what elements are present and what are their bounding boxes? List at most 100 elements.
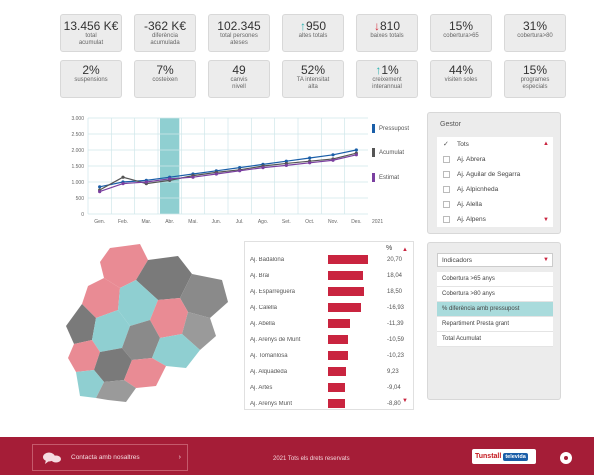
x-tick-label: Gen. [94, 219, 105, 225]
filter-option-alpicnheda[interactable]: Aj. Alpicnheda [443, 186, 498, 193]
data-point [354, 148, 358, 152]
kpi-label: cobertura>65 [443, 33, 479, 39]
scroll-down-icon[interactable]: ▼ [543, 217, 549, 223]
year-label: 2021 [372, 219, 383, 225]
data-point [331, 158, 335, 162]
ranking-row[interactable]: Aj. Calella -16,93 [250, 300, 404, 315]
filter-option-alpens[interactable]: Aj. Alpens [443, 216, 486, 223]
filter-option-aguilar[interactable]: Aj. Aguilar de Segarra [443, 171, 520, 178]
x-tick-label: Feb. [118, 219, 128, 225]
y-tick-label: 3.000 [71, 116, 84, 122]
legend-item-pressupost: Pressupost [372, 124, 409, 133]
data-point [168, 177, 172, 181]
legend-swatch [372, 148, 375, 157]
legend-item-estimat: Estimat [372, 173, 399, 182]
kpi-value: 810 [379, 19, 401, 33]
ranking-row-value: -11,39 [387, 320, 404, 327]
kpi-label: TA intensitat alta [296, 77, 330, 90]
ranking-row[interactable]: Aj. Abella -11,39 [250, 316, 404, 331]
ranking-row-name: Aj. Arenys Munt [250, 400, 293, 407]
x-tick-label: Jun. [212, 219, 221, 225]
ranking-row-value: 18,04 [387, 272, 403, 279]
x-tick-label: Ago. [258, 219, 268, 225]
ranking-row-value: -10,59 [387, 336, 405, 343]
ranking-row-name: Aj. Badalona [250, 256, 285, 263]
kpi-label: costeixen [152, 77, 178, 83]
ranking-row[interactable]: Aj. Esparreguera 18,50 [250, 284, 402, 299]
scroll-up-icon[interactable]: ▲ [543, 141, 549, 147]
sort-up-icon[interactable]: ▲ [402, 247, 408, 253]
x-tick-label: Mai. [188, 219, 197, 225]
checkbox-icon [443, 216, 450, 223]
ranking-bar [328, 303, 361, 312]
ranking-bar [328, 287, 364, 296]
ranking-row-name: Aj. Esparreguera [250, 288, 296, 295]
ranking-row[interactable]: Aj. Arenys de Munt -10,59 [250, 332, 404, 347]
brand-sub: televida [503, 452, 528, 461]
data-point [354, 153, 358, 157]
ranking-bar [328, 399, 345, 408]
legend-swatch [372, 124, 375, 133]
kpi-value: 13.456 K€ [63, 19, 119, 33]
y-tick-label: 1.500 [71, 164, 84, 170]
ranking-row-value: -9,04 [387, 384, 401, 391]
indicator-option[interactable]: Cobertura >65 anys [437, 272, 553, 287]
checkbox-icon [443, 156, 450, 163]
y-tick-label: 500 [76, 196, 85, 202]
indicator-option[interactable]: Repartiment Presta grant [437, 317, 553, 332]
ranking-row-value: 18,50 [387, 288, 403, 295]
contact-label: Contacta amb nosaltres [71, 454, 140, 461]
kpi-label: total persones ateses [220, 33, 258, 46]
kpi-label: suspensions [74, 77, 108, 83]
ranking-bar [328, 383, 346, 392]
filter-option-tots[interactable]: ✓ Tots [443, 141, 469, 148]
sort-down-icon[interactable]: ▼ [402, 398, 408, 404]
ranking-row-value: -8,80 [387, 400, 401, 407]
kpi-label: visiten soles [444, 77, 478, 83]
ranking-row[interactable]: Aj. Alquadeda 9,23 [250, 364, 399, 379]
ranking-row[interactable]: Aj. Arenys Munt -8,80 [250, 396, 401, 411]
x-tick-label: Nov. [328, 219, 338, 225]
kpi-value: -362 K€ [143, 19, 187, 33]
ranking-row-value: -16,93 [387, 304, 405, 311]
kpi-label: creixement interannual [372, 77, 402, 90]
kpi-value: 15% [448, 19, 474, 33]
contact-button[interactable]: Contacta amb nosaltres › [32, 444, 188, 471]
ranking-row[interactable]: Aj. Tomanlosa -10,23 [250, 348, 404, 363]
chevron-right-icon: › [178, 454, 181, 461]
catalonia-map [66, 244, 228, 402]
kpi-value: 44% [448, 63, 474, 77]
dot-icon [564, 456, 568, 460]
ranking-bar [328, 255, 368, 264]
kpi-value: 52% [300, 63, 326, 77]
indicator-select[interactable]: Indicadors ▼ [437, 253, 553, 267]
ranking-bar [328, 351, 348, 360]
kpi-cobertura-65: 15% cobertura>65 [430, 14, 492, 52]
filter-option-abrera[interactable]: Aj. Abrera [443, 156, 486, 163]
kpi-baixes-totals: ↓810 baixes totals [356, 14, 418, 52]
filter-option-label: Aj. Alpicnheda [457, 186, 499, 193]
filter-option-label: Aj. Alpens [457, 216, 486, 223]
x-tick-label: Set. [282, 219, 291, 225]
data-point [331, 153, 335, 157]
filter-option-alella[interactable]: Aj. Alella [443, 201, 482, 208]
ranking-row-name: Aj. Alquadeda [250, 368, 288, 375]
indicator-option[interactable]: Total Acumulat [437, 332, 553, 347]
brand-logo[interactable]: Tunstall televida [472, 449, 536, 464]
filter-option-label: Tots [457, 141, 469, 148]
indicator-option[interactable]: Cobertura >80 anys [437, 287, 553, 302]
ranking-row[interactable]: Aj. Brai 18,04 [250, 268, 402, 283]
kpi-altes-totals: ↑950 altes totals [282, 14, 344, 52]
kpi-costeixen: 7% costeixen [134, 60, 196, 98]
data-point [308, 156, 312, 160]
ranking-bar [328, 319, 350, 328]
chevron-down-icon: ▼ [543, 257, 549, 263]
ranking-row[interactable]: Aj. Badalona 20,70 [250, 252, 402, 267]
kpi-total-acumulat: 13.456 K€ total acumulat [60, 14, 122, 52]
scroll-top-button[interactable] [560, 452, 572, 464]
data-point [308, 161, 312, 165]
data-point [121, 175, 125, 179]
indicator-select-value: Indicadors [442, 257, 472, 264]
indicator-option-selected[interactable]: % diferència amb pressupost [437, 302, 553, 317]
ranking-row[interactable]: Aj. Artés -9,04 [250, 380, 401, 395]
